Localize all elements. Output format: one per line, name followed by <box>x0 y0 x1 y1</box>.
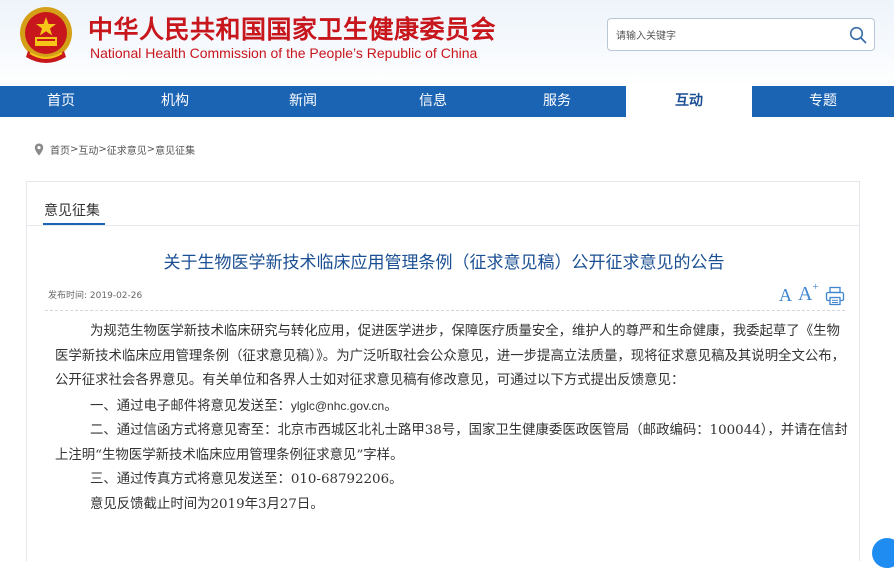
font-decrease-button[interactable]: A <box>779 285 792 306</box>
article-title: 关于生物医学新技术临床应用管理条例（征求意见稿）公开征求意见的公告 <box>163 253 725 273</box>
nav-item-home[interactable]: 首页 <box>0 86 122 117</box>
nav-item-organization[interactable]: 机构 <box>122 86 228 117</box>
panel-header-divider <box>27 225 859 226</box>
national-emblem-logo[interactable] <box>14 3 78 67</box>
paragraph-item-fax: 三、通过传真方式将意见发送至：010-68792206。 <box>90 472 403 487</box>
breadcrumb-separator: > <box>146 143 156 155</box>
search-input[interactable] <box>614 25 848 47</box>
paragraph-intro: 为规范生物医学新技术临床研究与转化应用，促进医学进步，保障医疗质量安全，维护人的… <box>55 324 846 388</box>
main-nav: 首页 机构 新闻 信息 服务 互动 专题 <box>0 86 894 117</box>
site-title-en: National Health Commission of the People… <box>90 45 478 61</box>
paragraph-item-email: 一、通过电子邮件将意见发送至：ylglc@nhc.gov.cn。 <box>55 394 851 420</box>
item-email-prefix: 一、通过电子邮件将意见发送至： <box>90 398 291 414</box>
location-pin-icon <box>34 143 44 155</box>
breadcrumb-separator: > <box>70 143 79 155</box>
publish-date-label: 发布时间: <box>48 291 88 301</box>
item-email-suffix: 。 <box>384 398 398 414</box>
breadcrumb-interaction[interactable]: 互动 <box>78 142 98 157</box>
nav-item-information[interactable]: 信息 <box>378 86 488 117</box>
nav-item-interaction[interactable]: 互动 <box>626 86 752 117</box>
site-header: 中华人民共和国国家卫生健康委员会 National Health Commiss… <box>0 0 894 86</box>
font-increase-button[interactable]: A+ <box>798 281 819 306</box>
article-divider <box>45 310 845 311</box>
publish-date: 发布时间: 2019-02-26 <box>48 288 142 301</box>
nav-item-news[interactable]: 新闻 <box>228 86 378 117</box>
panel-tab-label: 意见征集 <box>44 203 100 219</box>
paragraph-deadline: 意见反馈截止时间为2019年3月27日。 <box>90 496 324 512</box>
search-box <box>607 18 875 51</box>
breadcrumb-home[interactable]: 首页 <box>50 142 70 157</box>
breadcrumb-consultation[interactable]: 征求意见 <box>107 142 147 157</box>
nav-item-services[interactable]: 服务 <box>488 86 626 117</box>
site-title-cn: 中华人民共和国国家卫生健康委员会 <box>88 15 497 44</box>
article-tools: A A+ <box>779 281 845 306</box>
print-icon[interactable] <box>825 286 845 306</box>
paragraph-item-mail: 二、通过信函方式将意见寄至：北京市西城区北礼士路甲38号，国家卫生健康委医政医管… <box>55 423 848 463</box>
font-decrease-label: A <box>779 285 792 305</box>
publish-date-value: 2019-02-26 <box>89 291 143 301</box>
search-icon[interactable] <box>849 26 867 44</box>
nav-item-topics[interactable]: 专题 <box>752 86 894 117</box>
breadcrumb-opinion-collection[interactable]: 意见征集 <box>155 142 195 157</box>
feedback-email: ylglc@nhc.gov.cn <box>290 398 385 413</box>
font-increase-plus: + <box>812 281 819 294</box>
article-body: 为规范生物医学新技术临床研究与转化应用，促进医学进步，保障医疗质量安全，维护人的… <box>55 320 851 517</box>
font-increase-label: A <box>798 283 813 305</box>
breadcrumb: 首页 > 互动 > 征求意见 > 意见征集 <box>34 141 195 157</box>
content-panel: 意见征集 关于生物医学新技术临床应用管理条例（征求意见稿）公开征求意见的公告 发… <box>26 181 860 561</box>
floating-service-button[interactable] <box>872 538 894 568</box>
breadcrumb-separator: > <box>98 143 107 155</box>
